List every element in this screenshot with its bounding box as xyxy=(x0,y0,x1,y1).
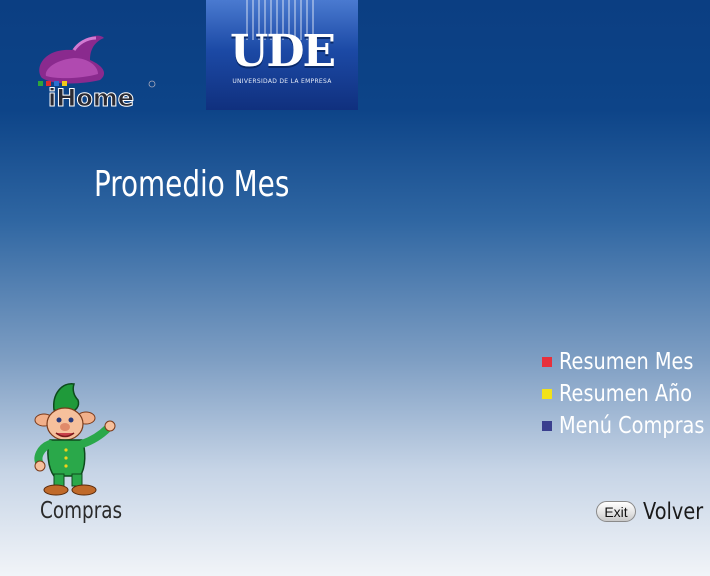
menu-item-resumen-mes[interactable]: Resumen Mes xyxy=(542,346,710,378)
ude-logo-subtitle: UNIVERSIDAD DE LA EMPRESA xyxy=(232,78,332,85)
page-title: Promedio Mes xyxy=(94,164,290,205)
ihome-logo: iHome xyxy=(24,28,164,113)
dwarf-mascot-icon[interactable] xyxy=(28,380,120,498)
red-square-icon xyxy=(542,357,552,367)
exit-button[interactable]: Exit xyxy=(596,501,636,522)
menu-item-label: Resumen Año xyxy=(559,381,693,407)
ude-logo-text: UDE xyxy=(229,26,336,77)
menu-item-label: Resumen Mes xyxy=(559,349,694,375)
blue-square-icon xyxy=(542,421,552,431)
menu-item-menu-compras[interactable]: Menú Compras xyxy=(542,410,710,442)
side-menu: Resumen Mes Resumen Año Menú Compras xyxy=(542,346,710,442)
volver-link[interactable]: Volver xyxy=(643,499,703,525)
menu-item-resumen-anio[interactable]: Resumen Año xyxy=(542,378,710,410)
yellow-square-icon xyxy=(542,389,552,399)
ihome-hat-icon: iHome xyxy=(38,35,156,113)
ude-logo: UDE UNIVERSIDAD DE LA EMPRESA xyxy=(206,0,358,110)
menu-item-label: Menú Compras xyxy=(559,413,705,439)
compras-label[interactable]: Compras xyxy=(40,498,122,524)
ihome-logo-text: iHome xyxy=(48,84,134,110)
